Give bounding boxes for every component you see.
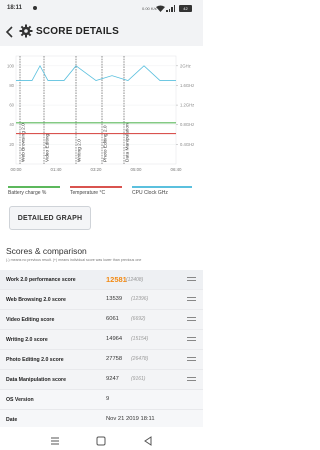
score-previous: (9161) bbox=[131, 376, 146, 382]
x-tick-label: 03:20 bbox=[91, 167, 103, 172]
score-label: Web Browsing 2.0 score bbox=[6, 297, 66, 303]
menu-icon[interactable] bbox=[187, 336, 196, 343]
date-label: Date bbox=[6, 417, 18, 423]
plot-area bbox=[15, 55, 177, 165]
legend-battery-swatch bbox=[8, 186, 60, 188]
legend-temperature-label: Temperature °C bbox=[70, 190, 106, 196]
gear-icon bbox=[19, 24, 33, 38]
legend-cpu-label: CPU Clock GHz bbox=[132, 190, 168, 196]
score-value: 13539 bbox=[106, 296, 123, 302]
y-left-tick-label: 60 bbox=[9, 103, 14, 108]
back-icon[interactable] bbox=[143, 433, 153, 450]
x-tick-label: 06:40 bbox=[171, 167, 183, 172]
score-value: 12581 bbox=[106, 274, 127, 284]
score-previous: (12408) bbox=[126, 276, 144, 283]
notification-dot-icon bbox=[33, 6, 37, 10]
home-icon[interactable] bbox=[96, 433, 106, 450]
test-marker-label: Data Manipulation bbox=[125, 123, 131, 162]
test-marker-label: Web Browsing 2.0 bbox=[21, 123, 27, 162]
menu-icon[interactable] bbox=[187, 356, 196, 363]
score-row-writing[interactable]: Writing 2.0 score 14964 (15154) bbox=[0, 330, 203, 350]
score-label: Photo Editing 2.0 score bbox=[6, 357, 64, 363]
score-label: Work 2.0 performance score bbox=[6, 277, 76, 283]
os-version-row: OS Version 9 bbox=[0, 390, 203, 410]
test-marker-label: Photo Editing 2.0 bbox=[103, 125, 109, 162]
legend-cpu-swatch bbox=[132, 186, 192, 188]
score-value: 9247 bbox=[106, 376, 119, 382]
scores-heading: Scores & comparison bbox=[6, 246, 87, 256]
menu-icon[interactable] bbox=[187, 276, 196, 283]
menu-icon[interactable] bbox=[187, 376, 196, 383]
score-label: Writing 2.0 score bbox=[6, 337, 48, 343]
y-left-tick-label: 40 bbox=[9, 122, 14, 127]
os-version-value: 9 bbox=[106, 396, 110, 402]
signal-icon bbox=[166, 5, 175, 12]
y-right-tick-label: 1.6GHz bbox=[180, 83, 194, 88]
back-arrow-icon[interactable] bbox=[5, 25, 15, 38]
test-marker-label: Writing 2.0 bbox=[77, 139, 83, 162]
network-speed: 0.00 K/s bbox=[142, 6, 157, 11]
score-previous: (26478) bbox=[131, 356, 149, 362]
detailed-graph-button[interactable]: DETAILED GRAPH bbox=[9, 206, 91, 230]
y-right-tick-label: 0.4GHz bbox=[180, 142, 194, 147]
test-marker-label: Video Editing bbox=[45, 133, 51, 162]
score-row-data-manipulation[interactable]: Data Manipulation score 9247 (9161) bbox=[0, 370, 203, 390]
scores-list: Work 2.0 performance score 12581 (12408)… bbox=[0, 270, 203, 430]
os-version-label: OS Version bbox=[6, 397, 34, 403]
score-value: 27758 bbox=[106, 356, 123, 362]
score-row-photo-editing[interactable]: Photo Editing 2.0 score 27758 (26478) bbox=[0, 350, 203, 370]
performance-chart: 100 80 60 40 20 2GHz 1.6GHz 1.2GHz 0.8GHz 0.4GHz… bbox=[0, 52, 203, 197]
y-left-tick-label: 80 bbox=[9, 83, 14, 88]
y-left-tick-label: 100 bbox=[7, 63, 15, 68]
legend-temperature-swatch bbox=[70, 186, 122, 188]
score-label: Data Manipulation score bbox=[6, 377, 66, 383]
menu-icon[interactable] bbox=[187, 296, 196, 303]
legend-temperature: Temperature °C bbox=[70, 186, 122, 196]
score-value: 6061 bbox=[106, 316, 119, 322]
status-time: 18:11 bbox=[7, 5, 23, 11]
score-row-work[interactable]: Work 2.0 performance score 12581 (12408) bbox=[0, 270, 203, 290]
y-left-tick-label: 20 bbox=[9, 142, 14, 147]
legend-battery-label: Battery charge % bbox=[8, 190, 47, 196]
legend-cpu: CPU Clock GHz bbox=[132, 186, 192, 196]
x-tick-label: 00:00 bbox=[11, 167, 23, 172]
wifi-icon bbox=[156, 5, 165, 14]
score-previous: (6692) bbox=[131, 316, 146, 322]
navigation-bar bbox=[0, 427, 203, 450]
date-value: Nov 21 2019 18:11 bbox=[106, 416, 155, 422]
status-bar: 18:11 0.00 K/s 42 bbox=[0, 0, 203, 17]
scores-note: (-) means no previous result. (+) means … bbox=[6, 258, 142, 262]
y-right-tick-label: 2GHz bbox=[180, 63, 191, 68]
y-right-tick-label: 0.8GHz bbox=[180, 122, 194, 127]
score-previous: (12396) bbox=[131, 296, 149, 302]
recents-icon[interactable] bbox=[50, 433, 60, 450]
x-tick-label: 05:00 bbox=[131, 167, 143, 172]
score-row-video-editing[interactable]: Video Editing score 6061 (6692) bbox=[0, 310, 203, 330]
y-right-tick-label: 1.2GHz bbox=[180, 103, 194, 108]
legend-battery: Battery charge % bbox=[8, 186, 60, 196]
battery-icon: 42 bbox=[179, 5, 192, 12]
x-tick-label: 01:40 bbox=[51, 167, 63, 172]
score-value: 14964 bbox=[106, 336, 123, 342]
page-title: SCORE DETAILS bbox=[36, 26, 119, 37]
app-header: SCORE DETAILS bbox=[0, 17, 203, 46]
score-label: Video Editing score bbox=[6, 317, 55, 323]
score-row-web-browsing[interactable]: Web Browsing 2.0 score 13539 (12396) bbox=[0, 290, 203, 310]
menu-icon[interactable] bbox=[187, 316, 196, 323]
chart-legend: Battery charge % Temperature °C CPU Cloc… bbox=[0, 186, 203, 198]
score-previous: (15154) bbox=[131, 336, 149, 342]
